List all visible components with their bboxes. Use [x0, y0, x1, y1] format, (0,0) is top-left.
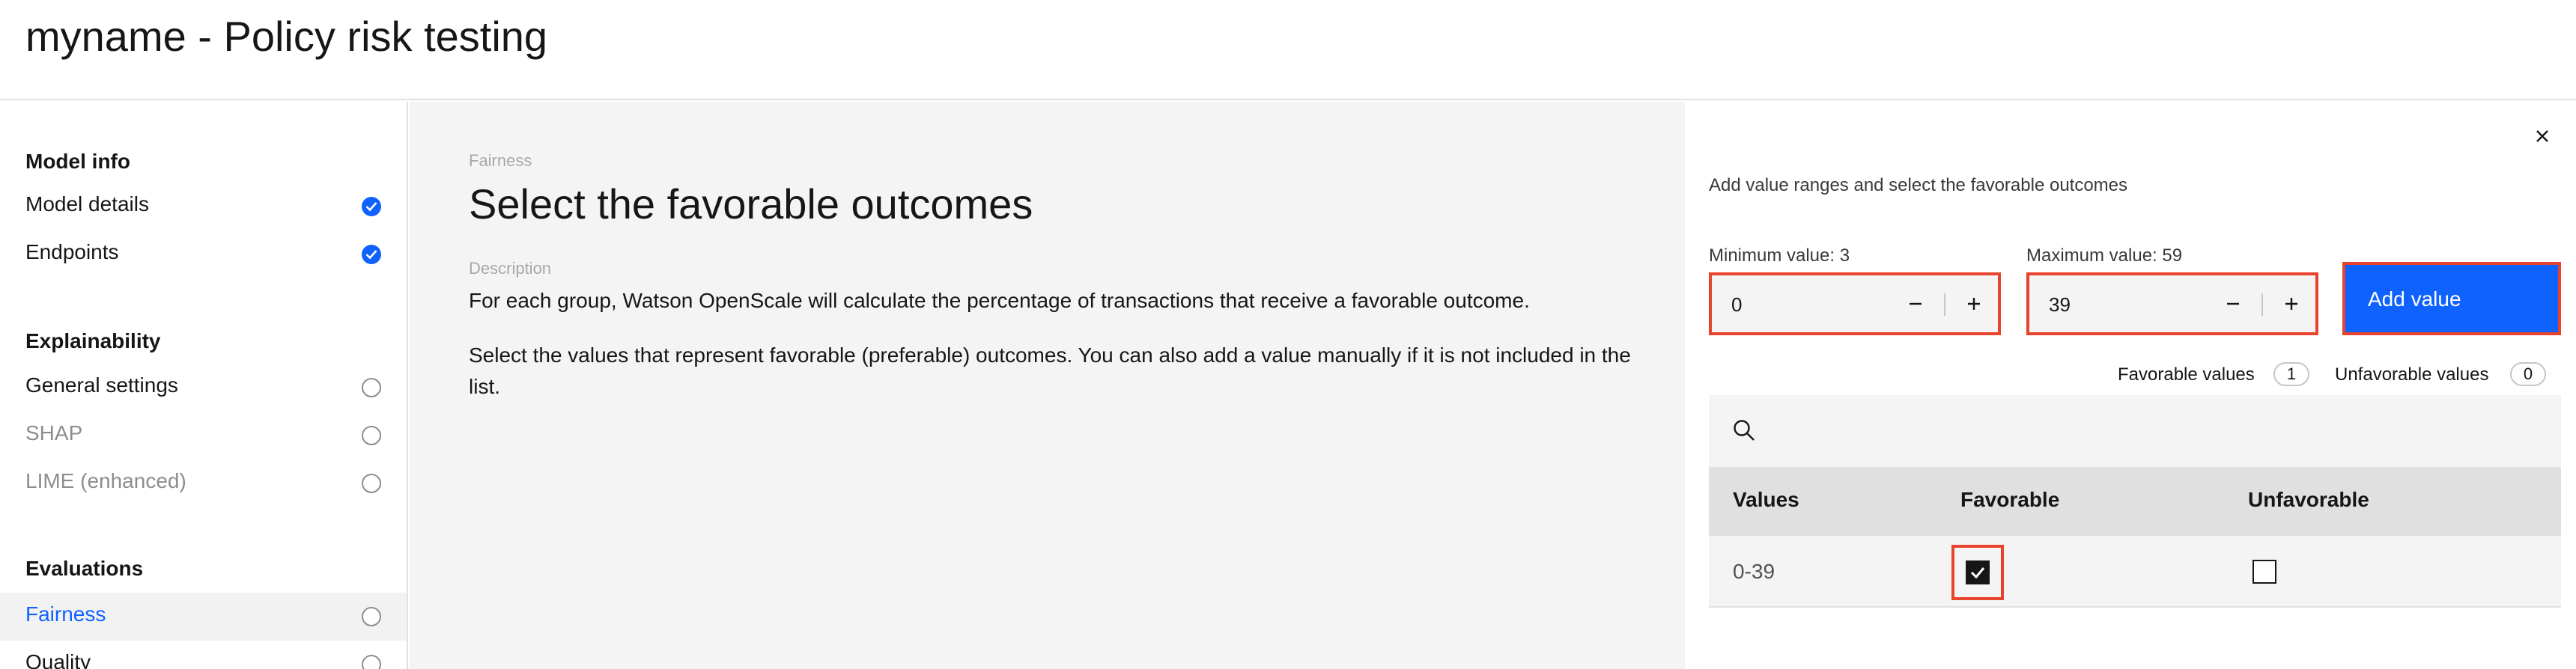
description-label: Description: [469, 259, 552, 278]
sidebar-item-label: Fairness: [25, 602, 106, 626]
add-value-button-label: Add value: [2368, 287, 2461, 311]
circle-icon: [362, 378, 381, 397]
sidebar-item-label: Endpoints: [25, 240, 119, 263]
max-value-input[interactable]: 39: [2049, 293, 2071, 317]
panel-intro-text: Add value ranges and select the favorabl…: [1709, 175, 2128, 195]
minus-icon[interactable]: [1898, 286, 1933, 322]
check-icon: [362, 245, 381, 264]
max-value-label: Maximum value: 59: [2026, 245, 2183, 266]
check-icon: [362, 197, 381, 216]
min-value-input[interactable]: 0: [1731, 293, 1742, 317]
close-icon[interactable]: [2529, 123, 2556, 150]
minus-icon[interactable]: [2215, 286, 2251, 322]
min-value-label: Minimum value: 3: [1709, 245, 1850, 266]
step-eyebrow: Fairness: [469, 151, 532, 170]
sidebar-item-fairness[interactable]: Fairness: [0, 593, 407, 641]
table-header: Values Favorable Unfavorable: [1709, 467, 2561, 536]
favorable-checkbox-wrapper: [1951, 545, 2004, 600]
app-header: myname - Policy risk testing: [0, 0, 2576, 100]
unfavorable-checkbox[interactable]: [2253, 560, 2276, 584]
sidebar-item-label: SHAP: [25, 421, 83, 445]
favorable-checkbox[interactable]: [1966, 560, 1990, 584]
sidebar-item-label: LIME (enhanced): [25, 469, 186, 492]
column-header-favorable: Favorable: [1960, 488, 2060, 511]
step-title: Select the favorable outcomes: [469, 180, 1033, 227]
unfavorable-count-badge: 0: [2510, 362, 2546, 386]
circle-icon: [362, 474, 381, 493]
sidebar-item-quality[interactable]: Quality: [0, 641, 407, 669]
stepper-divider: [1944, 293, 1945, 316]
min-value-stepper[interactable]: 0: [1709, 272, 2001, 335]
max-value-stepper[interactable]: 39: [2026, 272, 2318, 335]
page-title: myname - Policy risk testing: [25, 13, 548, 60]
unfavorable-values-label: Unfavorable values: [2335, 364, 2489, 385]
favorable-count-badge: 1: [2273, 362, 2309, 386]
plus-icon[interactable]: [1956, 286, 1992, 322]
section-title-model-info: Model info: [25, 150, 130, 173]
sidebar-item-endpoints[interactable]: Endpoints: [0, 230, 407, 278]
circle-icon: [362, 655, 381, 669]
favorable-values-label: Favorable values: [2118, 364, 2255, 385]
sidebar-item-general-settings[interactable]: General settings: [0, 364, 407, 412]
sidebar-item-label: Model details: [25, 192, 149, 216]
sidebar-item-shap[interactable]: SHAP: [0, 412, 407, 459]
sidebar: Model info Model details Endpoints Expla…: [0, 102, 408, 669]
main-content: Fairness Select the favorable outcomes D…: [410, 102, 1685, 669]
stepper-divider: [2261, 293, 2263, 316]
sidebar-item-label: Quality: [25, 650, 91, 669]
circle-icon: [362, 426, 381, 445]
add-value-button[interactable]: Add value: [2342, 262, 2561, 335]
circle-icon: [362, 607, 381, 626]
column-header-unfavorable: Unfavorable: [2248, 488, 2369, 511]
table-row: 0-39: [1709, 536, 2561, 608]
sidebar-item-model-details[interactable]: Model details: [0, 183, 407, 230]
plus-icon[interactable]: [2273, 286, 2309, 322]
row-value: 0-39: [1733, 560, 1775, 583]
sidebar-item-label: General settings: [25, 373, 178, 397]
section-title-explainability: Explainability: [25, 329, 161, 352]
description-text-1: For each group, Watson OpenScale will ca…: [469, 289, 1530, 312]
search-icon[interactable]: [1731, 418, 1757, 447]
column-header-values: Values: [1733, 488, 1799, 511]
description-text-2: Select the values that represent favorab…: [469, 343, 1631, 398]
sidebar-item-lime[interactable]: LIME (enhanced): [0, 459, 407, 507]
section-title-evaluations: Evaluations: [25, 557, 144, 580]
table-search[interactable]: [1709, 395, 2561, 467]
